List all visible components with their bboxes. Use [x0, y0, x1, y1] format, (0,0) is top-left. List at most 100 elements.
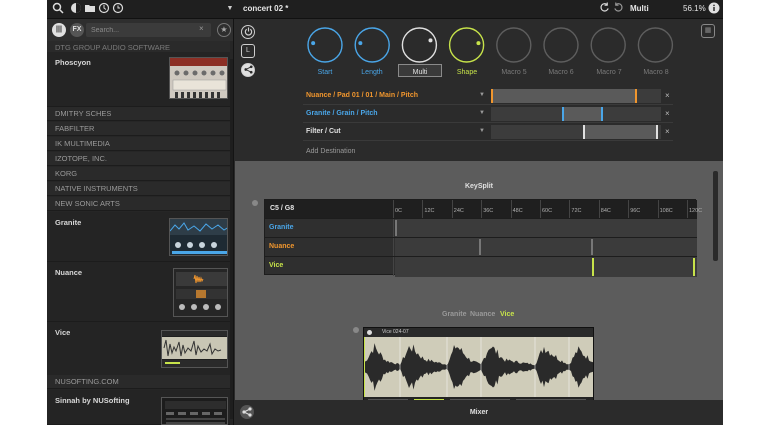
add-destination-button[interactable]: Add Destination [306, 148, 355, 155]
plugin-entry-sinnah[interactable]: Sinnah by NUSofting [47, 390, 230, 425]
keysplit-row[interactable]: Vice [265, 256, 697, 277]
macro-knob[interactable] [354, 27, 390, 63]
keysplit-row[interactable]: Nuance [265, 237, 697, 256]
destination-range-fill[interactable] [491, 89, 638, 103]
destination-range-fill[interactable] [562, 107, 604, 121]
clear-search-icon[interactable]: × [199, 24, 204, 33]
sidebar-scrollbar[interactable] [230, 59, 233, 419]
keysplit-tick-label: 120C [689, 208, 703, 214]
waveform-tab-granite[interactable]: Granite [442, 311, 467, 318]
plugin-entry-vice[interactable]: Vice [47, 322, 230, 377]
plugin-entry-phoscyon[interactable]: Phoscyon [47, 52, 230, 107]
keysplit-row-name: Nuance [269, 243, 295, 250]
lower-scrollbar[interactable] [713, 171, 718, 261]
folder-icon[interactable] [83, 2, 97, 16]
mixer-bar: Mixer [235, 400, 723, 425]
plugin-name: Nuance [55, 268, 83, 277]
vendor-item[interactable]: NATIVE INSTRUMENTS [47, 182, 230, 196]
document-title[interactable]: concert 02 * [243, 4, 288, 13]
remove-destination-icon[interactable]: × [665, 109, 670, 118]
waveform-toolbar: Vice 024-07 [364, 328, 593, 337]
share-icon[interactable] [241, 63, 255, 77]
macro-knob[interactable] [307, 27, 343, 63]
search-icon[interactable] [51, 2, 65, 16]
remove-destination-icon[interactable]: × [665, 91, 670, 100]
keysplit-tick-label: 60C [542, 208, 553, 214]
knob-indicator [311, 41, 316, 46]
undo-icon[interactable] [597, 2, 611, 16]
grid-icon[interactable]: ▦ [701, 24, 715, 38]
favorites-button[interactable]: ★ [217, 23, 231, 37]
vendor-item[interactable]: KORG [47, 167, 230, 181]
vendor-item[interactable]: NUSOFTING.COM [47, 375, 230, 389]
knob-indicator [476, 41, 481, 46]
mixer-title: Mixer [469, 409, 489, 416]
instrument-tab[interactable]: ||| [52, 23, 66, 37]
destination-range-track[interactable] [491, 89, 661, 103]
keysplit-marker[interactable] [591, 239, 593, 255]
keysplit-marker[interactable] [395, 220, 397, 236]
destination-range-track[interactable] [491, 107, 661, 121]
layer-icon[interactable]: L [241, 44, 255, 58]
destination-row[interactable]: Nuance / Pad 01 / 01 / Main / Pitch ▼ × [303, 87, 673, 105]
waveform-tab-nuance[interactable]: Nuance [470, 311, 495, 318]
keysplit-tick-label: 96C [630, 208, 641, 214]
plugin-thumbnail [161, 330, 228, 368]
macro-knob[interactable] [496, 27, 532, 63]
browser-search-row: ||| FX × ★ [47, 19, 233, 41]
keysplit-lane[interactable] [395, 257, 697, 277]
vendor-item[interactable]: IK MULTIMEDIA [47, 137, 230, 151]
chevron-down-icon[interactable]: ▼ [479, 92, 485, 98]
main-area: L ▦ Start Length Multi Shape Macro 5 Mac… [235, 19, 723, 425]
chevron-down-icon[interactable]: ▼ [479, 110, 485, 116]
keysplit-marker[interactable] [479, 239, 481, 255]
clock-icon[interactable] [111, 2, 125, 16]
keysplit-tick-label: 108C [659, 208, 673, 214]
history-icon[interactable] [97, 2, 111, 16]
macro-knob[interactable] [401, 27, 438, 63]
keysplit-row-name: Granite [269, 224, 294, 231]
macro-knob[interactable] [543, 27, 579, 63]
plugin-entry-granite[interactable]: Granite [47, 212, 230, 262]
search-input[interactable] [86, 23, 211, 37]
vendor-item[interactable]: IZOTOPE, INC. [47, 152, 230, 166]
plugin-name: Vice [55, 328, 71, 337]
preset-label[interactable]: Vice 024-07 [382, 329, 409, 335]
destination-row[interactable]: Filter / Cut ▼ × [303, 123, 673, 141]
destination-row[interactable]: Granite / Grain / Pitch ▼ × [303, 105, 673, 123]
waveform-toggle[interactable] [353, 327, 359, 333]
waveform-tab-vice[interactable]: Vice [500, 311, 514, 318]
keysplit-lane[interactable] [395, 238, 697, 256]
vendor-item[interactable]: DMITRY SCHES [47, 107, 230, 121]
macro-knob[interactable] [448, 27, 485, 63]
keysplit-tick-label: 72C [571, 208, 582, 214]
redo-icon[interactable] [611, 2, 625, 16]
vendor-item[interactable]: FABFILTER [47, 122, 230, 136]
remove-destination-icon[interactable]: × [665, 127, 670, 136]
waveform-editor[interactable]: Vice 024-07 [363, 327, 594, 407]
mode-name[interactable]: Multi [630, 4, 649, 13]
keysplit-marker[interactable] [592, 258, 594, 276]
power-icon[interactable] [241, 25, 255, 39]
fx-tab[interactable]: FX [70, 23, 84, 37]
plugin-entry-nuance[interactable]: Nuance [47, 262, 230, 322]
power-icon[interactable] [367, 330, 372, 335]
keysplit-grid: C5 / G8 0C 12C 24C 36C 48C 60C 72C 84C 96C 108C 12… [264, 199, 702, 277]
waveform-display[interactable] [364, 337, 594, 397]
keysplit-toggle[interactable] [252, 200, 258, 206]
keysplit-tick-label: 24C [453, 208, 464, 214]
plugin-thumbnail [169, 57, 228, 99]
destination-range-track[interactable] [491, 125, 661, 139]
browser-sidebar: ||| FX × ★ DTG GROUP AUDIO SOFTWARE Phos… [47, 19, 234, 425]
keysplit-marker[interactable] [693, 258, 695, 276]
tag-icon[interactable] [69, 2, 83, 16]
macro-knob[interactable] [590, 27, 626, 63]
info-icon[interactable] [707, 2, 721, 16]
chevron-down-icon[interactable]: ▼ [223, 2, 237, 16]
macro-knob[interactable] [637, 27, 674, 63]
chevron-down-icon[interactable]: ▼ [479, 128, 485, 134]
vendor-item[interactable]: NEW SONIC ARTS [47, 197, 230, 211]
destination-range-fill[interactable] [582, 125, 658, 139]
keysplit-lane[interactable] [395, 219, 697, 237]
keysplit-row[interactable]: Granite [265, 218, 697, 237]
